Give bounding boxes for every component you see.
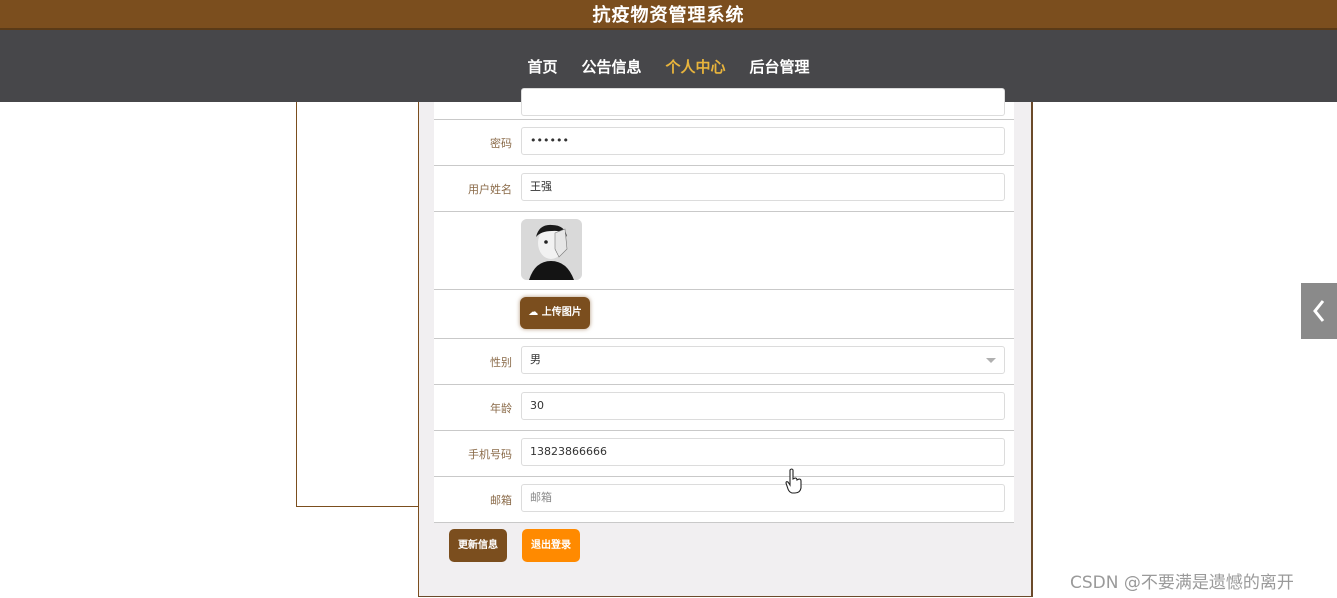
side-collapse-tab[interactable] (1301, 283, 1337, 339)
cloud-upload-icon: ☁ (528, 307, 539, 318)
profile-panel: 密码 •••••• 用户姓名 王强 ☁ 上传图片 性别 男 年龄 30 手机号码… (418, 88, 1033, 597)
avatar (521, 219, 582, 280)
nav-item-personal-center[interactable]: 个人中心 (666, 56, 726, 77)
left-frame (296, 102, 419, 507)
name-field[interactable]: 王强 (521, 173, 1005, 201)
watermark: CSDN @不要满是遗憾的离开 (1070, 573, 1294, 593)
password-field[interactable]: •••••• (521, 127, 1005, 155)
nav-item-announcements[interactable]: 公告信息 (581, 56, 641, 77)
app-title: 抗疫物资管理系统 (592, 5, 745, 26)
title-bar: 抗疫物资管理系统 (0, 0, 1337, 30)
chevron-left-icon (1313, 300, 1325, 322)
nav-item-admin[interactable]: 后台管理 (750, 56, 810, 77)
form-row-password: 密码 •••••• (434, 120, 1014, 166)
password-label: 密码 (490, 137, 512, 150)
age-label: 年龄 (490, 402, 512, 415)
form-row-gender: 性别 男 (434, 339, 1014, 385)
upload-label: 上传图片 (541, 307, 582, 318)
update-info-button[interactable]: 更新信息 (449, 529, 507, 562)
form-row-name: 用户姓名 王强 (434, 166, 1014, 212)
hand-pointer-icon (785, 468, 802, 494)
gender-value: 男 (530, 353, 541, 366)
nav-item-home[interactable]: 首页 (527, 56, 557, 77)
upload-image-button[interactable]: ☁ 上传图片 (520, 297, 590, 329)
form-row-email: 邮箱 邮箱 (434, 477, 1014, 523)
phone-label: 手机号码 (468, 448, 512, 461)
name-label: 用户姓名 (468, 183, 512, 196)
chevron-down-icon (986, 358, 996, 363)
form-row-age: 年龄 30 (434, 385, 1014, 431)
form-row-avatar (434, 212, 1014, 290)
scrolled-field[interactable] (521, 88, 1005, 116)
gender-select[interactable]: 男 (521, 346, 1005, 374)
phone-field[interactable]: 13823866666 (521, 438, 1005, 466)
email-label: 邮箱 (490, 494, 512, 507)
form-row-phone: 手机号码 13823866666 (434, 431, 1014, 477)
gender-label: 性别 (490, 356, 512, 369)
age-field[interactable]: 30 (521, 392, 1005, 420)
form-row-upload: ☁ 上传图片 (434, 290, 1014, 339)
logout-button[interactable]: 退出登录 (522, 529, 580, 562)
email-field[interactable]: 邮箱 (521, 484, 1005, 512)
form-row-scrolled (434, 88, 1014, 120)
